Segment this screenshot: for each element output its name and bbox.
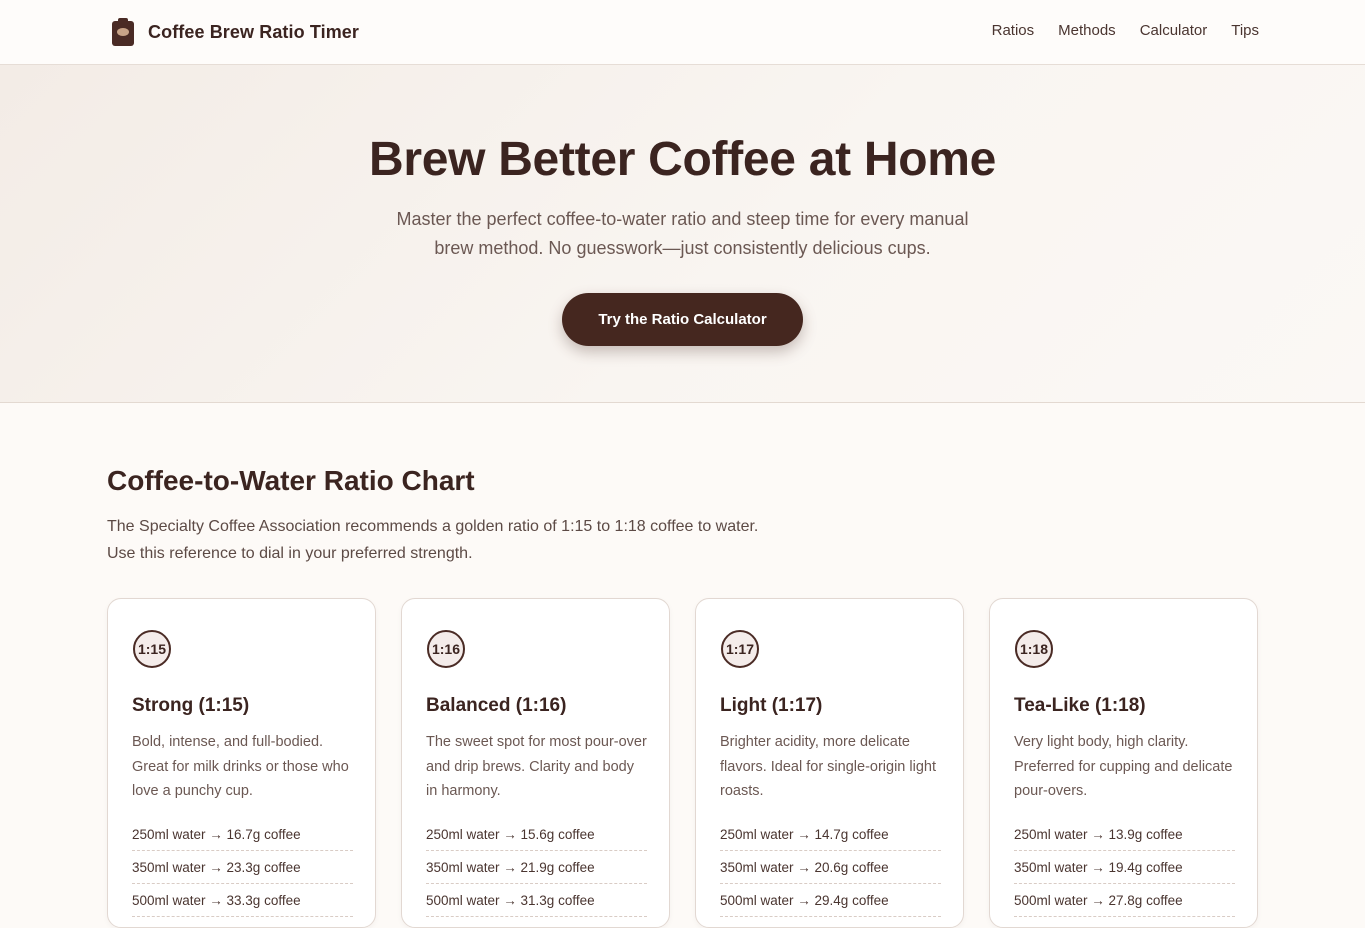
nav-link-calculator[interactable]: Calculator	[1140, 22, 1208, 39]
measurement-row: 250ml water → 13.9g coffee	[1014, 818, 1235, 851]
measurement-row: 500ml water → 33.3g coffee	[132, 884, 353, 917]
ratio-card-title: Strong (1:15)	[132, 695, 250, 716]
nav-link-methods[interactable]: Methods	[1058, 22, 1116, 39]
measurement-row: 350ml water → 19.4g coffee	[1014, 851, 1235, 884]
ratio-card-balanced: 1:16 Balanced (1:16) The sweet spot for …	[401, 598, 670, 928]
ratio-card-strong: 1:15 Strong (1:15) Bold, intense, and fu…	[107, 598, 376, 928]
ratio-card-light: 1:17 Light (1:17) Brighter acidity, more…	[695, 598, 964, 928]
measurement-row: 350ml water → 23.3g coffee	[132, 851, 353, 884]
ratio-chart-description-line-1: The Specialty Coffee Association recomme…	[107, 518, 759, 535]
nav-link-ratios[interactable]: Ratios	[992, 22, 1035, 39]
ratio-card-measurements: 250ml water → 13.9g coffee 350ml water →…	[1014, 818, 1235, 917]
measurement-row: 350ml water → 20.6g coffee	[720, 851, 941, 884]
nav-link-tips[interactable]: Tips	[1231, 22, 1259, 39]
ratio-card-measurements: 250ml water → 16.7g coffee 350ml water →…	[132, 818, 353, 917]
hero-subtitle: Master the perfect coffee-to-water ratio…	[396, 209, 969, 258]
ratio-card-title: Tea-Like (1:18)	[1014, 695, 1146, 716]
measurement-row: 500ml water → 29.4g coffee	[720, 884, 941, 917]
measurement-row: 250ml water → 16.7g coffee	[132, 818, 353, 851]
hero-title: Brew Better Coffee at Home	[368, 133, 996, 186]
ratio-card-tea-like: 1:18 Tea-Like (1:18) Very light body, hi…	[989, 598, 1258, 928]
measurement-row: 500ml water → 31.3g coffee	[426, 884, 647, 917]
brand-name: Coffee Brew Ratio Timer	[148, 21, 360, 42]
ratio-card-measurements: 250ml water → 15.6g coffee 350ml water →…	[426, 818, 647, 917]
ratio-card-description: Very light body, high clarity. Preferred…	[1014, 734, 1233, 799]
coffee-bag-icon	[111, 18, 135, 46]
measurement-row: 500ml water → 27.8g coffee	[1014, 884, 1235, 917]
ratio-badge: 1:18	[1015, 630, 1053, 668]
ratio-card-description: Brighter acidity, more delicate flavors.…	[720, 734, 936, 799]
hero-section: Brew Better Coffee at Home Master the pe…	[0, 65, 1365, 403]
ratio-card-title: Light (1:17)	[720, 695, 823, 716]
main-nav: Ratios Methods Calculator Tips	[992, 22, 1259, 39]
ratio-badge: 1:15	[133, 630, 171, 668]
ratio-chart-title: Coffee-to-Water Ratio Chart	[107, 465, 475, 496]
ratio-badge: 1:17	[721, 630, 759, 668]
measurement-row: 250ml water → 15.6g coffee	[426, 818, 647, 851]
ratio-chart-description: The Specialty Coffee Association recomme…	[107, 513, 807, 567]
measurement-row: 250ml water → 14.7g coffee	[720, 818, 941, 851]
ratio-cards: 1:15 Strong (1:15) Bold, intense, and fu…	[107, 598, 1258, 928]
ratio-badge: 1:16	[427, 630, 465, 668]
ratio-chart-description-line-2: Use this reference to dial in your prefe…	[107, 545, 473, 562]
ratio-card-description: Bold, intense, and full-bodied. Great fo…	[132, 734, 349, 799]
measurement-row: 350ml water → 21.9g coffee	[426, 851, 647, 884]
ratio-card-measurements: 250ml water → 14.7g coffee 350ml water →…	[720, 818, 941, 917]
ratio-card-description: The sweet spot for most pour-over and dr…	[426, 734, 647, 799]
ratio-card-title: Balanced (1:16)	[426, 695, 567, 716]
top-navbar: Coffee Brew Ratio Timer Ratios Methods C…	[0, 0, 1365, 65]
ratio-calculator-button[interactable]: Try the Ratio Calculator	[562, 293, 803, 346]
brand[interactable]: Coffee Brew Ratio Timer	[111, 17, 359, 47]
